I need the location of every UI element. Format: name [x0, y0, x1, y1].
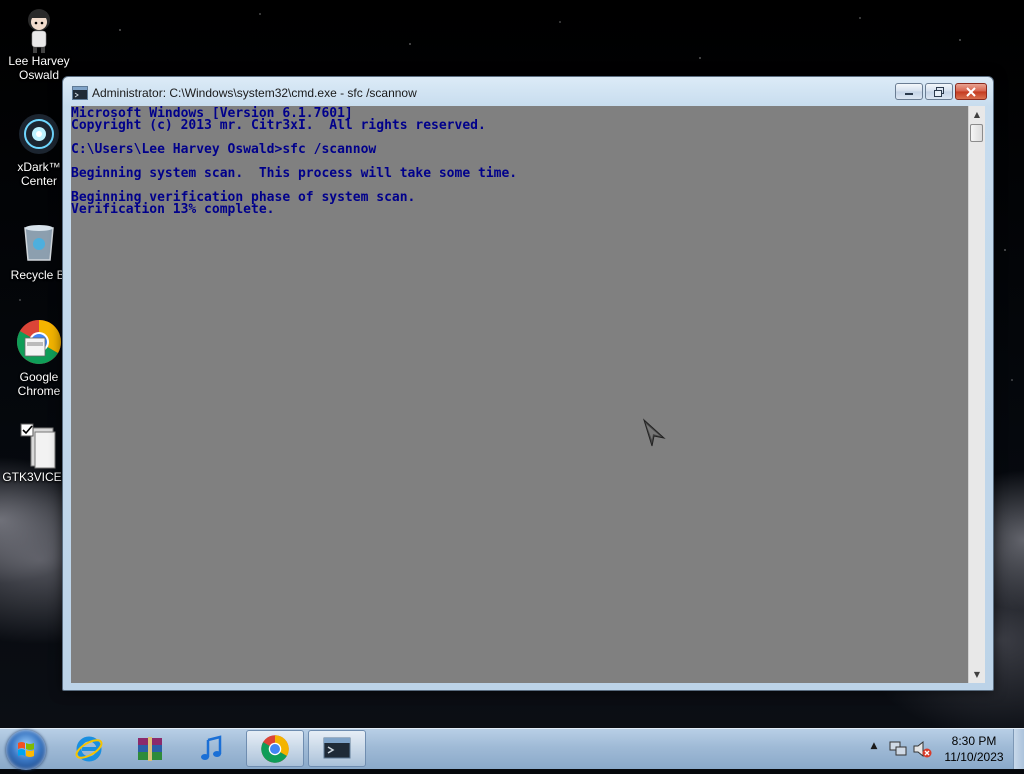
- winrar-icon: [138, 736, 162, 761]
- volume-muted-icon[interactable]: [912, 739, 932, 759]
- desktop-icon-lee-harvey-oswald[interactable]: Lee Harvey Oswald: [0, 6, 78, 82]
- recycle-bin-icon: [17, 220, 61, 264]
- taskbar-itunes[interactable]: [182, 730, 240, 767]
- console-line: C:\Users\Lee Harvey Oswald>sfc /scannow: [71, 142, 377, 157]
- minimize-icon: [896, 84, 922, 99]
- clock-date: 11/10/2023: [944, 750, 1004, 764]
- maximize-button[interactable]: [925, 83, 953, 100]
- console-text: Microsoft Windows [Version 6.1.7601] Cop…: [71, 106, 968, 216]
- cmd-icon: [72, 85, 88, 100]
- taskbar-command-prompt[interactable]: [308, 730, 366, 767]
- maximize-icon: [926, 84, 952, 99]
- clock-time: 8:30 PM: [951, 734, 997, 748]
- window-title: Administrator: C:\Windows\system32\cmd.e…: [92, 86, 417, 100]
- gtk3vice-icon: [17, 422, 61, 469]
- internet-explorer-icon: [75, 736, 103, 761]
- console-line: Verification 13% complete.: [71, 202, 275, 217]
- scroll-down-arrow-icon[interactable]: ▼: [969, 666, 985, 683]
- close-icon: [956, 84, 986, 99]
- chrome-icon: [15, 318, 63, 366]
- console-line: Beginning system scan. This process will…: [71, 166, 518, 181]
- network-icon[interactable]: [888, 739, 908, 759]
- close-button[interactable]: [955, 83, 987, 100]
- show-hidden-icons-chevron[interactable]: ▲: [868, 741, 880, 755]
- scroll-up-arrow-icon[interactable]: ▲: [969, 106, 985, 123]
- console-line: Copyright (c) 2013 mr. Citr3xI. All righ…: [71, 118, 486, 133]
- system-clock[interactable]: 8:30 PM 11/10/2023: [936, 733, 1012, 765]
- start-button[interactable]: [6, 730, 46, 770]
- show-desktop-button[interactable]: [1013, 729, 1024, 769]
- cmd-window[interactable]: Administrator: C:\Windows\system32\cmd.e…: [62, 76, 994, 691]
- taskbar: ▲ 8:30 PM 11/10/2023: [0, 728, 1024, 770]
- chrome-icon: [261, 734, 289, 763]
- user-figure-icon: [17, 6, 61, 53]
- taskbar-internet-explorer[interactable]: [60, 730, 118, 767]
- mouse-pointer-icon: [642, 418, 666, 448]
- taskbar-google-chrome[interactable]: [246, 730, 304, 767]
- scrollbar-thumb[interactable]: [970, 124, 983, 142]
- taskbar-winrar[interactable]: [121, 730, 179, 767]
- vertical-scrollbar[interactable]: ▲ ▼: [968, 106, 985, 683]
- window-titlebar[interactable]: Administrator: C:\Windows\system32\cmd.e…: [63, 77, 993, 106]
- console-output-area[interactable]: Microsoft Windows [Version 6.1.7601] Cop…: [71, 106, 968, 683]
- minimize-button[interactable]: [895, 83, 923, 100]
- xdark-center-icon: [17, 112, 61, 156]
- windows-start-icon: [18, 742, 34, 757]
- itunes-icon: [201, 734, 222, 760]
- cmd-icon: [323, 737, 351, 758]
